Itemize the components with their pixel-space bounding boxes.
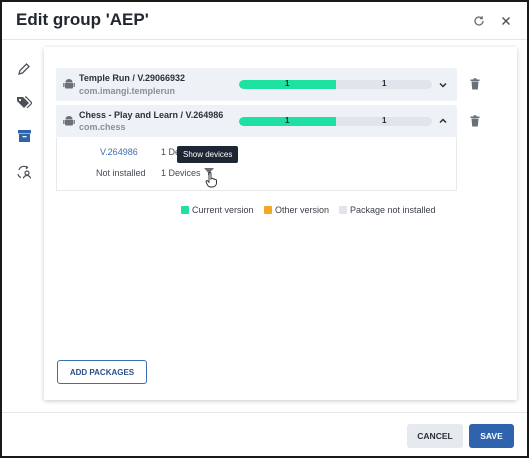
refresh-icon[interactable] <box>470 12 488 30</box>
chevron-down-icon[interactable] <box>437 79 449 91</box>
edit-group-dialog: Edit group 'AEP' Temple Run / V.29066932… <box>0 0 529 458</box>
sync-user-icon[interactable] <box>14 162 34 182</box>
version-link[interactable]: V.264986 <box>100 147 138 157</box>
chevron-up-icon[interactable] <box>437 115 449 127</box>
package-id: com.imangi.templerun <box>79 86 176 96</box>
current-count: 1 <box>285 117 290 125</box>
package-row[interactable]: Chess - Play and Learn / V.264986 com.ch… <box>56 105 457 137</box>
legend-swatch-other <box>264 206 272 214</box>
save-button[interactable]: SAVE <box>469 424 514 448</box>
not-installed-count: 1 <box>382 117 387 125</box>
package-id: com.chess <box>79 122 126 132</box>
pencil-icon[interactable] <box>14 59 34 79</box>
current-count: 1 <box>285 80 290 88</box>
version-distribution-bar: 1 1 <box>239 80 432 89</box>
show-devices-tooltip: Show devices <box>177 146 239 163</box>
archive-icon[interactable] <box>14 126 34 146</box>
android-icon <box>63 116 75 126</box>
legend-swatch-current <box>181 206 189 214</box>
legend-swatch-not-installed <box>339 206 347 214</box>
footer-divider <box>2 412 527 413</box>
packages-panel: Temple Run / V.29066932 com.imangi.templ… <box>44 47 517 400</box>
version-distribution-bar: 1 1 <box>239 117 432 126</box>
close-icon[interactable] <box>497 12 515 30</box>
device-count: 1 Devices <box>161 168 201 178</box>
package-row[interactable]: Temple Run / V.29066932 com.imangi.templ… <box>56 68 457 101</box>
package-name: Chess - Play and Learn / V.264986 <box>79 110 224 120</box>
legend-label: Current version <box>192 205 254 215</box>
package-details <box>56 137 457 191</box>
legend-label: Other version <box>275 205 330 215</box>
add-packages-button[interactable]: ADD PACKAGES <box>57 360 147 384</box>
dialog-title: Edit group 'AEP' <box>16 10 149 29</box>
dialog-header: Edit group 'AEP' <box>2 2 527 40</box>
android-icon <box>63 79 75 89</box>
hand-cursor-icon <box>205 172 217 188</box>
not-installed-label: Not installed <box>96 168 146 178</box>
trash-icon[interactable] <box>469 115 481 127</box>
cancel-button[interactable]: CANCEL <box>407 424 463 448</box>
not-installed-count: 1 <box>382 80 387 88</box>
trash-icon[interactable] <box>469 78 481 90</box>
package-name: Temple Run / V.29066932 <box>79 73 186 83</box>
legend-label: Package not installed <box>350 205 436 215</box>
tags-icon[interactable] <box>14 92 34 112</box>
